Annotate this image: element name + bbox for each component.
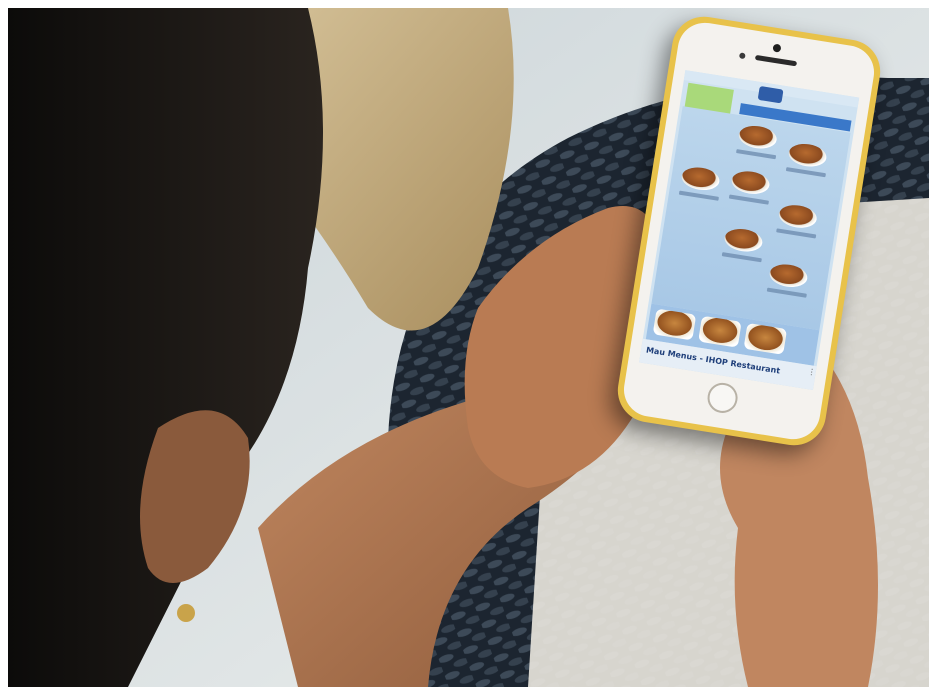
earpiece-icon bbox=[754, 54, 798, 67]
menu-caption bbox=[721, 252, 762, 263]
sensor-icon bbox=[738, 52, 746, 60]
dish-image bbox=[743, 322, 788, 355]
dish-image bbox=[722, 226, 764, 255]
home-button[interactable] bbox=[705, 380, 740, 416]
menu-page-image[interactable] bbox=[651, 106, 851, 331]
photo-scene: Mau Menus - IHOP Restaurant ⋮ bbox=[0, 0, 937, 695]
menu-caption bbox=[728, 194, 769, 205]
menu-caption bbox=[678, 190, 719, 201]
restaurant-logo-icon bbox=[757, 85, 784, 104]
menu-caption bbox=[785, 167, 826, 178]
dish-image bbox=[698, 315, 742, 348]
dish-image bbox=[777, 202, 819, 231]
dish-image bbox=[652, 308, 697, 341]
phone-screen[interactable]: Mau Menus - IHOP Restaurant ⋮ bbox=[639, 70, 860, 390]
menu-caption bbox=[736, 149, 777, 160]
front-camera-icon bbox=[772, 43, 782, 53]
dish-image bbox=[768, 261, 809, 290]
dish-image bbox=[730, 168, 772, 197]
menu-caption bbox=[776, 228, 817, 239]
more-options-icon[interactable]: ⋮ bbox=[806, 367, 816, 384]
photo-frame: Mau Menus - IHOP Restaurant ⋮ bbox=[8, 8, 929, 687]
earring bbox=[177, 604, 195, 622]
dish-image bbox=[680, 164, 722, 193]
menu-caption bbox=[766, 287, 807, 298]
dish-image bbox=[787, 141, 829, 170]
dish-image bbox=[737, 123, 779, 152]
